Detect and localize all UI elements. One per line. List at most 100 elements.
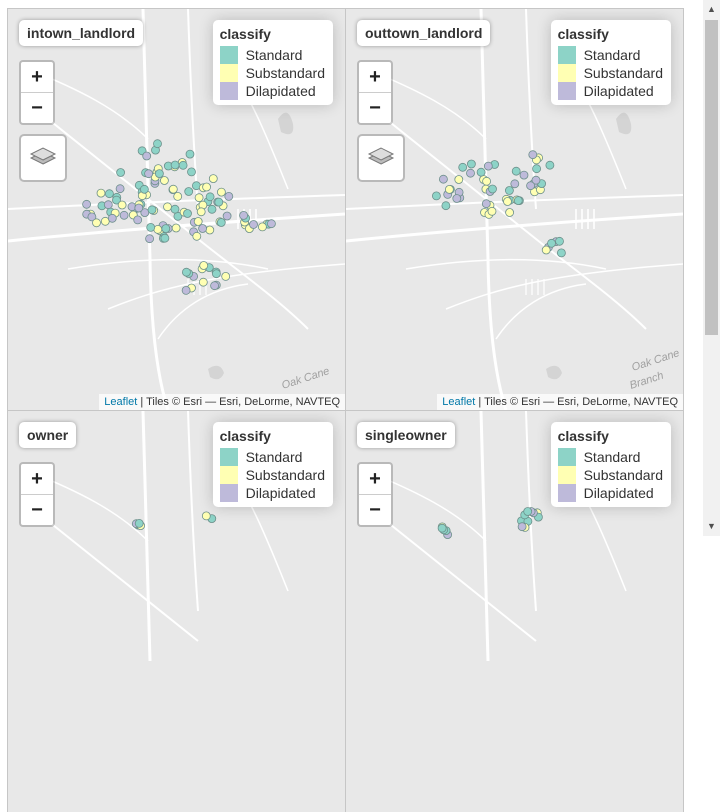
property-marker[interactable] xyxy=(199,261,209,270)
property-marker[interactable] xyxy=(467,159,476,169)
property-marker[interactable] xyxy=(183,209,192,218)
zoom-out-button[interactable]: − xyxy=(21,93,53,123)
property-marker[interactable] xyxy=(239,210,249,220)
property-marker[interactable] xyxy=(266,219,276,229)
property-marker[interactable] xyxy=(119,210,129,220)
property-marker[interactable] xyxy=(196,207,206,217)
zoom-in-button[interactable]: + xyxy=(359,62,391,93)
property-marker[interactable] xyxy=(115,184,125,194)
map-panel-owner[interactable]: owner + − classify Standard Substandard … xyxy=(7,410,346,812)
property-marker[interactable] xyxy=(504,186,514,195)
property-marker[interactable] xyxy=(168,184,178,194)
property-marker[interactable] xyxy=(159,176,169,185)
page-scrollbar[interactable]: ▲ ▼ xyxy=(703,0,720,536)
property-marker[interactable] xyxy=(142,151,152,161)
property-marker[interactable] xyxy=(482,176,492,186)
property-marker[interactable] xyxy=(201,511,211,521)
property-marker[interactable] xyxy=(511,166,521,176)
property-marker[interactable] xyxy=(556,248,566,258)
property-marker[interactable] xyxy=(503,197,512,206)
zoom-in-button[interactable]: + xyxy=(359,464,391,495)
property-marker[interactable] xyxy=(510,179,520,189)
property-marker[interactable] xyxy=(257,222,267,232)
zoom-out-button[interactable]: − xyxy=(359,93,391,123)
property-marker[interactable] xyxy=(532,164,542,174)
property-marker[interactable] xyxy=(139,184,149,194)
property-marker[interactable] xyxy=(82,199,91,209)
property-marker[interactable] xyxy=(107,213,117,223)
property-marker[interactable] xyxy=(249,220,258,229)
property-marker[interactable] xyxy=(170,160,180,170)
property-marker[interactable] xyxy=(192,231,202,241)
property-marker[interactable] xyxy=(513,196,523,206)
map-panel-intown-landlord[interactable]: Oak Cane intown_landlord + − classify St… xyxy=(7,8,346,411)
property-marker[interactable] xyxy=(432,191,441,201)
property-marker[interactable] xyxy=(210,281,220,291)
property-marker[interactable] xyxy=(160,233,170,243)
property-marker[interactable] xyxy=(505,208,515,217)
property-marker[interactable] xyxy=(211,269,221,279)
property-marker[interactable] xyxy=(523,507,533,516)
property-marker[interactable] xyxy=(147,205,157,215)
property-marker[interactable] xyxy=(133,215,143,225)
property-marker[interactable] xyxy=(528,150,538,160)
property-marker[interactable] xyxy=(145,234,155,244)
property-marker[interactable] xyxy=(216,187,226,197)
layers-button[interactable] xyxy=(19,134,67,182)
property-marker[interactable] xyxy=(92,218,101,228)
property-marker[interactable] xyxy=(458,162,468,172)
property-marker[interactable] xyxy=(198,224,208,233)
property-marker[interactable] xyxy=(222,211,232,221)
property-marker[interactable] xyxy=(452,194,462,203)
zoom-out-button[interactable]: − xyxy=(21,495,53,525)
map-panel-singleowner[interactable]: singleowner + − classify Standard Substa… xyxy=(345,410,684,812)
zoom-in-button[interactable]: + xyxy=(21,464,53,495)
property-marker[interactable] xyxy=(541,245,551,255)
property-marker[interactable] xyxy=(184,187,194,196)
property-marker[interactable] xyxy=(154,169,164,179)
layers-button[interactable] xyxy=(357,134,405,182)
property-marker[interactable] xyxy=(483,161,493,171)
property-marker[interactable] xyxy=(205,192,215,202)
property-marker[interactable] xyxy=(208,174,218,184)
property-marker[interactable] xyxy=(205,225,215,235)
property-marker[interactable] xyxy=(103,200,113,210)
property-marker[interactable] xyxy=(173,191,183,201)
property-marker[interactable] xyxy=(439,174,448,184)
property-marker[interactable] xyxy=(144,169,154,179)
property-marker[interactable] xyxy=(555,236,564,246)
property-marker[interactable] xyxy=(153,139,162,149)
property-marker[interactable] xyxy=(171,223,181,233)
property-marker[interactable] xyxy=(178,160,188,170)
property-marker[interactable] xyxy=(214,197,224,207)
property-marker[interactable] xyxy=(181,267,191,277)
property-marker[interactable] xyxy=(198,277,208,287)
property-marker[interactable] xyxy=(221,271,231,281)
property-marker[interactable] xyxy=(105,189,114,199)
property-marker[interactable] xyxy=(519,170,529,180)
leaflet-link[interactable]: Leaflet xyxy=(104,396,137,408)
property-marker[interactable] xyxy=(441,201,451,211)
property-marker[interactable] xyxy=(445,184,454,194)
property-marker[interactable] xyxy=(116,168,125,177)
property-marker[interactable] xyxy=(487,206,497,216)
scroll-down-icon[interactable]: ▼ xyxy=(707,521,716,531)
property-marker[interactable] xyxy=(454,175,464,184)
property-marker[interactable] xyxy=(161,224,171,234)
property-marker[interactable] xyxy=(134,203,144,213)
property-marker[interactable] xyxy=(488,184,497,194)
property-marker[interactable] xyxy=(194,193,204,203)
property-marker[interactable] xyxy=(545,160,555,170)
property-marker[interactable] xyxy=(207,204,217,214)
property-marker[interactable] xyxy=(181,285,191,295)
property-marker[interactable] xyxy=(117,200,127,210)
property-marker[interactable] xyxy=(547,238,556,248)
property-marker[interactable] xyxy=(193,217,203,226)
property-marker[interactable] xyxy=(466,168,475,178)
zoom-in-button[interactable]: + xyxy=(21,62,53,93)
property-marker[interactable] xyxy=(187,167,196,177)
zoom-out-button[interactable]: − xyxy=(359,495,391,525)
scrollbar-thumb[interactable] xyxy=(705,20,718,335)
property-marker[interactable] xyxy=(216,218,226,227)
property-marker[interactable] xyxy=(163,202,172,212)
